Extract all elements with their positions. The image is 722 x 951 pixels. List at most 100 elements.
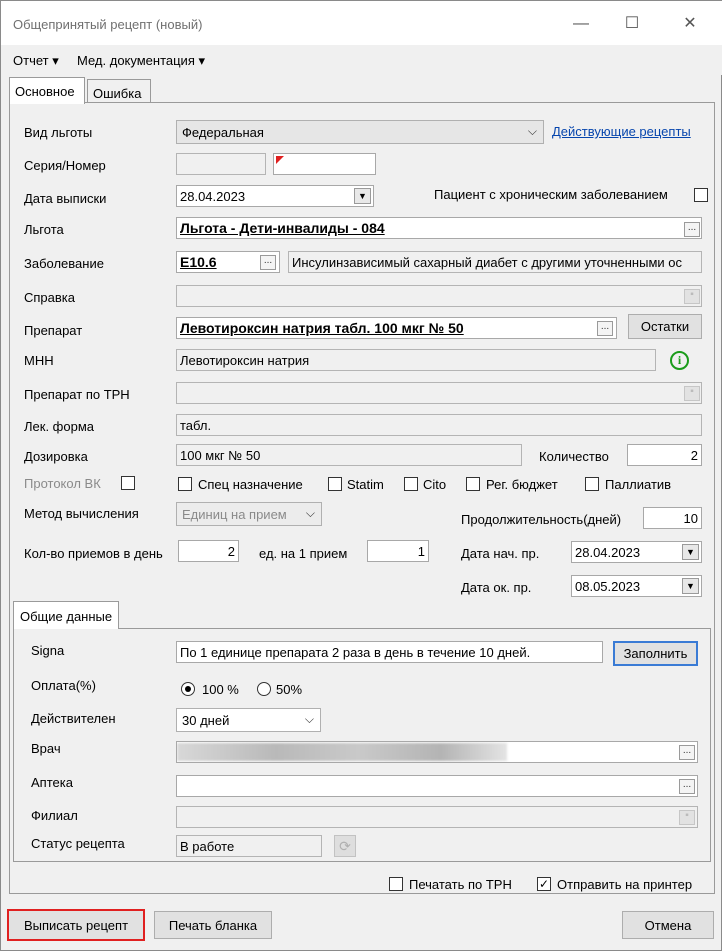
dropdown-arrow-icon[interactable]: ▼ [682, 578, 699, 594]
payment-label: Оплата(%) [31, 678, 96, 693]
drug-input[interactable]: Левотироксин натрия табл. 100 мкг № 50 [176, 317, 617, 339]
valid-value: 30 дней [182, 713, 230, 728]
menu-report[interactable]: Отчет ▾ [13, 53, 59, 69]
payment-100-label: 100 % [202, 682, 239, 697]
intakes-per-day-label: Кол-во приемов в день [24, 546, 163, 561]
statim-checkbox[interactable] [328, 477, 342, 491]
payment-50-label: 50% [276, 682, 303, 697]
signa-label: Signa [31, 643, 65, 658]
payment-100-radio[interactable] [181, 682, 195, 696]
calc-method-select: Единиц на прием ⌵ [176, 502, 322, 526]
calc-method-label: Метод вычисления [24, 506, 139, 521]
info-icon[interactable]: i [670, 351, 689, 370]
duration-label: Продолжительность(дней) [461, 512, 622, 527]
dropdown-arrow-icon[interactable]: ▼ [682, 544, 699, 560]
issue-date-input[interactable]: 28.04.2023 ▼ [176, 185, 374, 207]
send-printer-checkbox[interactable]: ✓ [537, 877, 551, 891]
chronic-label: Пациент с хроническим заболеванием [434, 187, 668, 202]
pharmacy-input[interactable] [176, 775, 698, 797]
intakes-per-day-input[interactable]: 2 [178, 540, 239, 562]
maximize-button[interactable]: ☐ [620, 13, 644, 35]
chevron-down-icon: ⌵ [527, 124, 537, 138]
start-date-label: Дата нач. пр. [461, 546, 540, 561]
drug-browse-button[interactable]: ... [597, 321, 613, 336]
quantity-input[interactable]: 2 [627, 444, 702, 466]
special-checkbox[interactable] [178, 477, 192, 491]
window-title: Общепринятый рецепт (новый) [13, 17, 203, 32]
branch-label: Филиал [31, 808, 78, 823]
signa-input[interactable]: По 1 единице препарата 2 раза в день в т… [176, 641, 603, 663]
dropdown-arrow-icon[interactable]: ▼ [354, 188, 371, 204]
branch-browse-button: ▪ [679, 810, 695, 825]
vk-protocol-label: Протокол ВК [24, 476, 101, 491]
payment-50-radio[interactable] [257, 682, 271, 696]
privilege-value: Льгота - Дети-инвалиды - 084 [180, 220, 385, 236]
active-prescriptions-link[interactable]: Действующие рецепты [552, 124, 691, 139]
print-trn-label: Печатать по ТРН [409, 877, 512, 892]
reg-budget-checkbox[interactable] [466, 477, 480, 491]
reg-budget-label: Рег. бюджет [486, 477, 558, 492]
chevron-down-icon: ⌵ [304, 712, 314, 726]
privilege-label: Льгота [24, 222, 64, 237]
issue-prescription-button[interactable]: Выписать рецепт [7, 909, 145, 941]
units-per-intake-input[interactable]: 1 [367, 540, 429, 562]
print-form-button[interactable]: Печать бланка [154, 911, 272, 939]
dosage-label: Дозировка [24, 449, 88, 464]
menu-med-docs[interactable]: Мед. документация ▾ [77, 53, 205, 69]
issue-date-label: Дата выписки [24, 191, 107, 206]
issue-date-value: 28.04.2023 [180, 189, 246, 204]
privilege-browse-button[interactable]: ... [684, 222, 700, 237]
units-per-intake-label: ед. на 1 прием [259, 546, 348, 561]
privilege-input[interactable]: Льгота - Дети-инвалиды - 084 [176, 217, 702, 239]
stock-button[interactable]: Остатки [628, 314, 702, 339]
title-bar: Общепринятый рецепт (новый) — ☐ ✕ [1, 1, 722, 45]
vk-protocol-checkbox[interactable] [121, 476, 135, 490]
send-printer-label: Отправить на принтер [557, 877, 693, 892]
close-button[interactable]: ✕ [678, 13, 702, 35]
status-field: В работе [176, 835, 322, 857]
certificate-browse-button: ▪ [684, 289, 700, 304]
series-input[interactable] [176, 153, 266, 175]
disease-browse-button[interactable]: ... [260, 255, 276, 270]
valid-select[interactable]: 30 дней ⌵ [176, 708, 321, 732]
doctor-browse-button[interactable]: ... [679, 745, 695, 760]
fill-button[interactable]: Заполнить [613, 641, 698, 666]
branch-input [176, 806, 698, 828]
end-date-label: Дата ок. пр. [461, 580, 532, 595]
tab-error[interactable]: Ошибка [87, 79, 151, 103]
doctor-input[interactable] [176, 741, 698, 763]
minimize-button[interactable]: — [569, 13, 593, 35]
tab-general-data[interactable]: Общие данные [13, 601, 120, 629]
palliative-checkbox[interactable] [585, 477, 599, 491]
disease-code-value: E10.6 [180, 254, 217, 270]
doctor-label: Врач [31, 741, 61, 756]
dosage-form-label: Лек. форма [24, 419, 94, 434]
duration-input[interactable]: 10 [643, 507, 702, 529]
start-date-input[interactable]: 28.04.2023 ▼ [571, 541, 702, 563]
number-input[interactable] [273, 153, 376, 175]
drug-trn-browse-button: ▪ [684, 386, 700, 401]
calc-method-value: Единиц на прием [182, 507, 287, 522]
certificate-input [176, 285, 702, 307]
drug-value: Левотироксин натрия табл. 100 мкг № 50 [180, 320, 464, 336]
palliative-label: Паллиатив [605, 477, 672, 492]
disease-name-field: Инсулинзависимый сахарный диабет с други… [288, 251, 702, 273]
statim-label: Statim [347, 477, 384, 492]
certificate-label: Справка [24, 290, 75, 305]
refresh-icon: ⟳ [334, 835, 356, 857]
chevron-down-icon: ⌵ [305, 506, 315, 520]
drug-trn-label: Препарат по ТРН [24, 387, 130, 402]
pharmacy-browse-button[interactable]: ... [679, 779, 695, 794]
end-date-input[interactable]: 08.05.2023 ▼ [571, 575, 702, 597]
status-label: Статус рецепта [31, 836, 125, 851]
print-trn-checkbox[interactable] [389, 877, 403, 891]
disease-label: Заболевание [24, 256, 104, 271]
menu-bar: Отчет ▾ Мед. документация ▾ [1, 45, 722, 75]
cancel-button[interactable]: Отмена [622, 911, 714, 939]
pharmacy-label: Аптека [31, 775, 73, 790]
cito-checkbox[interactable] [404, 477, 418, 491]
chronic-checkbox[interactable] [694, 188, 708, 202]
benefit-type-select[interactable]: Федеральная ⌵ [176, 120, 544, 144]
tab-main[interactable]: Основное [9, 77, 85, 104]
valid-label: Действителен [31, 711, 116, 726]
